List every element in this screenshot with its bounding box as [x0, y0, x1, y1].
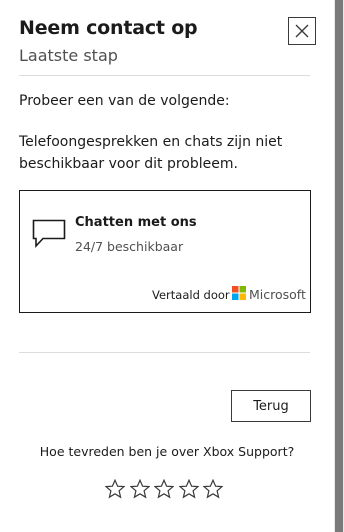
unavailable-notice: Telefoongesprekken en chats zijn niet be… [19, 134, 283, 172]
content-divider [19, 352, 310, 353]
chat-option-title: Chatten met ons [75, 215, 197, 230]
page-title: Neem contact op [19, 17, 198, 39]
close-button[interactable] [288, 17, 316, 45]
star-icon [153, 478, 175, 499]
rating-star-5[interactable] [202, 478, 224, 501]
chat-availability: 24/7 beschikbaar [75, 239, 184, 254]
chat-option-card[interactable]: Chatten met ons 24/7 beschikbaar Vertaal… [19, 190, 311, 313]
scrollbar-thumb[interactable] [335, 0, 343, 532]
back-button[interactable]: Terug [231, 390, 311, 422]
contact-panel: Neem contact op Laatste stap Probeer een… [0, 0, 334, 532]
rating-star-2[interactable] [128, 478, 151, 501]
intro-text: Probeer een van de volgende: [19, 93, 230, 109]
star-icon [128, 478, 151, 499]
close-icon [295, 24, 309, 38]
rating-question: Hoe tevreden ben je over Xbox Support? [39, 444, 295, 459]
star-icon [202, 478, 224, 499]
rating-star-1[interactable] [104, 478, 126, 501]
rating-star-4[interactable] [177, 478, 200, 501]
star-icon [177, 478, 200, 499]
microsoft-logo-icon [232, 286, 246, 300]
header-divider [19, 75, 310, 76]
translated-by-label: Vertaald door [152, 288, 230, 302]
star-icon [104, 478, 126, 499]
translator-name: Microsoft [249, 287, 306, 302]
star-rating [104, 478, 227, 503]
rating-star-3[interactable] [153, 478, 175, 501]
page-subtitle: Laatste stap [19, 46, 118, 65]
chat-bubble-icon [32, 219, 66, 249]
